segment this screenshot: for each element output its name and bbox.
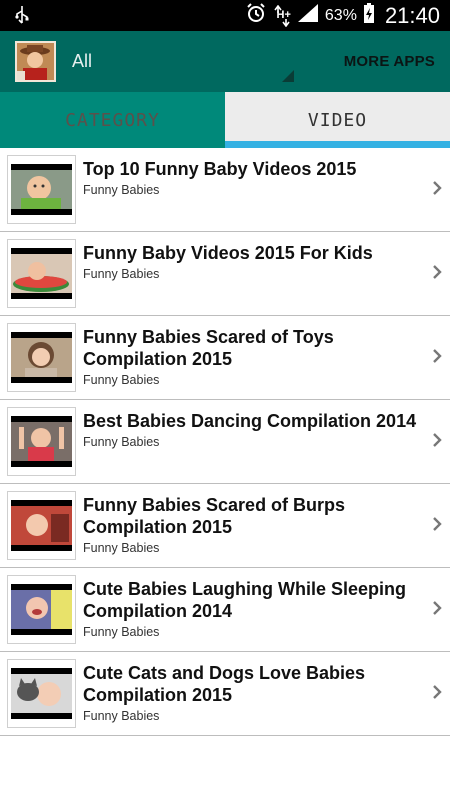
battery-percent: 63%: [324, 6, 357, 24]
video-channel: Funny Babies: [83, 625, 160, 639]
video-title: Funny Babies Scared of Burps Compilation…: [83, 495, 346, 537]
list-item[interactable]: Top 10 Funny Baby Videos 2015 Funny Babi…: [0, 148, 450, 232]
video-channel: Funny Babies: [83, 435, 160, 449]
tab-indicator: [225, 141, 450, 148]
video-thumbnail: [7, 323, 76, 392]
chevron-right-icon: [432, 348, 442, 369]
video-thumbnail: [7, 491, 76, 560]
chevron-right-icon: [432, 684, 442, 705]
list-item[interactable]: Funny Babies Scared of Toys Compilation …: [0, 316, 450, 400]
video-thumbnail: [7, 239, 76, 308]
spinner-arrow-icon[interactable]: [282, 69, 294, 87]
chevron-right-icon: [432, 264, 442, 285]
filter-spinner[interactable]: All: [72, 51, 92, 72]
list-item[interactable]: Funny Baby Videos 2015 For Kids Funny Ba…: [0, 232, 450, 316]
video-channel: Funny Babies: [83, 267, 160, 281]
video-thumbnail: [7, 575, 76, 644]
list-item[interactable]: Cute Cats and Dogs Love Babies Compilati…: [0, 652, 450, 736]
video-title: Funny Baby Videos 2015 For Kids: [83, 243, 373, 263]
list-item[interactable]: Funny Babies Scared of Burps Compilation…: [0, 484, 450, 568]
video-title: Funny Babies Scared of Toys Compilation …: [83, 327, 334, 369]
video-channel: Funny Babies: [83, 183, 160, 197]
video-thumbnail: [7, 155, 76, 224]
action-bar: All MORE APPS: [0, 31, 450, 92]
chevron-right-icon: [432, 516, 442, 537]
video-channel: Funny Babies: [83, 709, 160, 723]
video-list: Top 10 Funny Baby Videos 2015 Funny Babi…: [0, 148, 450, 736]
tab-bar: CATEGORY VIDEO: [0, 92, 450, 148]
chevron-right-icon: [432, 180, 442, 201]
clock: 21:40: [384, 2, 440, 28]
chevron-right-icon: [432, 432, 442, 453]
usb-icon: [14, 5, 30, 30]
tab-video[interactable]: VIDEO: [225, 92, 450, 148]
chevron-right-icon: [432, 600, 442, 621]
battery-charging-icon: [363, 2, 375, 29]
video-channel: Funny Babies: [83, 541, 160, 555]
list-item[interactable]: Cute Babies Laughing While Sleeping Comp…: [0, 568, 450, 652]
alarm-icon: [245, 2, 267, 29]
video-title: Cute Babies Laughing While Sleeping Comp…: [83, 579, 407, 621]
more-apps-button[interactable]: MORE APPS: [344, 53, 435, 70]
hplus-data-icon: H+: [273, 4, 291, 27]
video-title: Best Babies Dancing Compilation 2014: [83, 411, 417, 431]
list-item[interactable]: Best Babies Dancing Compilation 2014 Fun…: [0, 400, 450, 484]
video-title: Top 10 Funny Baby Videos 2015: [83, 159, 357, 179]
video-thumbnail: [7, 659, 76, 728]
video-channel: Funny Babies: [83, 373, 160, 387]
app-logo[interactable]: [15, 41, 56, 82]
status-bar: H+ 63% 21:40: [0, 0, 450, 31]
tab-category[interactable]: CATEGORY: [0, 92, 225, 148]
video-thumbnail: [7, 407, 76, 476]
network-type-label: H+: [276, 8, 291, 21]
video-title: Cute Cats and Dogs Love Babies Compilati…: [83, 663, 366, 705]
signal-icon: [297, 3, 319, 28]
